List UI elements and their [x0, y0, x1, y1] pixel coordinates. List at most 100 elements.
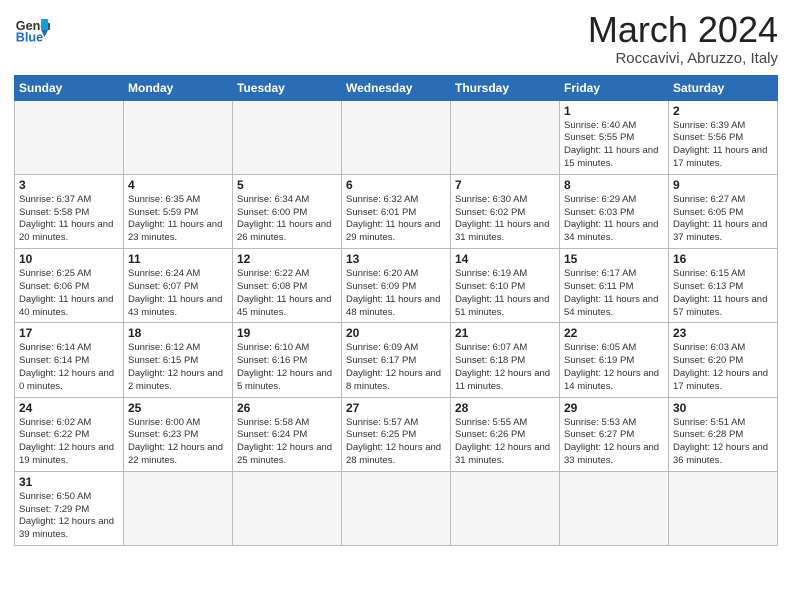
calendar-cell: 23Sunrise: 6:03 AM Sunset: 6:20 PM Dayli… [669, 323, 778, 397]
calendar-cell: 30 Sunrise: 5:51 AM Sunset: 6:28 PM Dayli… [669, 397, 778, 471]
day-number: 12 [237, 252, 337, 266]
weekday-header-friday: Friday [560, 75, 669, 100]
day-number: 22 [564, 326, 664, 340]
day-info: Sunrise: 6:03 AM Sunset: 6:20 PM Dayligh… [673, 342, 773, 393]
day-number: 7 [455, 178, 555, 192]
day-number: 30 [673, 401, 773, 415]
day-info: Sunrise: 6:17 AM Sunset: 6:11 PM Dayligh… [564, 268, 664, 319]
calendar-cell [342, 100, 451, 174]
calendar-cell [233, 471, 342, 545]
calendar-cell [451, 471, 560, 545]
calendar-cell: 25 Sunrise: 6:00 AM Sunset: 6:23 PM Dayli… [124, 397, 233, 471]
day-number: 5 [237, 178, 337, 192]
calendar-cell: 11 Sunrise: 6:24 AM Sunset: 6:07 PM Dayli… [124, 249, 233, 323]
calendar-cell: 9 Sunrise: 6:27 AM Sunset: 6:05 PM Daylig… [669, 174, 778, 248]
calendar-cell [451, 100, 560, 174]
calendar-cell: 12Sunrise: 6:22 AM Sunset: 6:08 PM Dayli… [233, 249, 342, 323]
day-info: Sunrise: 6:14 AM Sunset: 6:14 PM Dayligh… [19, 342, 119, 393]
calendar-cell: 24Sunrise: 6:02 AM Sunset: 6:22 PM Dayli… [15, 397, 124, 471]
calendar-cell: 13Sunrise: 6:20 AM Sunset: 6:09 PM Dayli… [342, 249, 451, 323]
weekday-header-sunday: Sunday [15, 75, 124, 100]
weekday-header-thursday: Thursday [451, 75, 560, 100]
calendar-cell: 4 Sunrise: 6:35 AM Sunset: 5:59 PM Daylig… [124, 174, 233, 248]
day-number: 31 [19, 475, 119, 489]
calendar-cell: 21 Sunrise: 6:07 AM Sunset: 6:18 PM Dayli… [451, 323, 560, 397]
weekday-header-tuesday: Tuesday [233, 75, 342, 100]
day-number: 11 [128, 252, 228, 266]
calendar-cell: 14 Sunrise: 6:19 AM Sunset: 6:10 PM Dayli… [451, 249, 560, 323]
calendar-cell: 5 Sunrise: 6:34 AM Sunset: 6:00 PM Daylig… [233, 174, 342, 248]
day-number: 19 [237, 326, 337, 340]
day-number: 26 [237, 401, 337, 415]
weekday-header-saturday: Saturday [669, 75, 778, 100]
day-number: 4 [128, 178, 228, 192]
calendar-cell: 8Sunrise: 6:29 AM Sunset: 6:03 PM Daylig… [560, 174, 669, 248]
day-number: 3 [19, 178, 119, 192]
svg-text:Blue: Blue [16, 31, 43, 45]
day-number: 1 [564, 104, 664, 118]
day-number: 6 [346, 178, 446, 192]
calendar-cell [124, 100, 233, 174]
day-number: 9 [673, 178, 773, 192]
calendar-cell: 18 Sunrise: 6:12 AM Sunset: 6:15 PM Dayli… [124, 323, 233, 397]
day-number: 21 [455, 326, 555, 340]
day-info: Sunrise: 6:19 AM Sunset: 6:10 PM Dayligh… [455, 268, 555, 319]
logo: General Blue [14, 10, 50, 46]
weekday-header-wednesday: Wednesday [342, 75, 451, 100]
day-info: Sunrise: 6:40 AM Sunset: 5:55 PM Dayligh… [564, 120, 664, 171]
day-number: 18 [128, 326, 228, 340]
calendar-cell: 20Sunrise: 6:09 AM Sunset: 6:17 PM Dayli… [342, 323, 451, 397]
day-info: Sunrise: 6:50 AM Sunset: 7:29 PM Dayligh… [19, 491, 119, 542]
day-number: 27 [346, 401, 446, 415]
calendar-cell [342, 471, 451, 545]
day-info: Sunrise: 6:24 AM Sunset: 6:07 PM Dayligh… [128, 268, 228, 319]
calendar-cell: 7Sunrise: 6:30 AM Sunset: 6:02 PM Daylig… [451, 174, 560, 248]
day-info: Sunrise: 6:15 AM Sunset: 6:13 PM Dayligh… [673, 268, 773, 319]
calendar-subtitle: Roccavivi, Abruzzo, Italy [588, 50, 778, 67]
calendar-cell: 28Sunrise: 5:55 AM Sunset: 6:26 PM Dayli… [451, 397, 560, 471]
day-info: Sunrise: 6:37 AM Sunset: 5:58 PM Dayligh… [19, 194, 119, 245]
day-info: Sunrise: 6:39 AM Sunset: 5:56 PM Dayligh… [673, 120, 773, 171]
calendar-cell: 1 Sunrise: 6:40 AM Sunset: 5:55 PM Daylig… [560, 100, 669, 174]
week-row-4: 24Sunrise: 6:02 AM Sunset: 6:22 PM Dayli… [15, 397, 778, 471]
day-info: Sunrise: 6:29 AM Sunset: 6:03 PM Dayligh… [564, 194, 664, 245]
page: General Blue March 2024 Roccavivi, Abruz… [0, 0, 792, 612]
day-info: Sunrise: 6:34 AM Sunset: 6:00 PM Dayligh… [237, 194, 337, 245]
day-info: Sunrise: 5:51 AM Sunset: 6:28 PM Dayligh… [673, 417, 773, 468]
week-row-2: 10Sunrise: 6:25 AM Sunset: 6:06 PM Dayli… [15, 249, 778, 323]
day-info: Sunrise: 6:10 AM Sunset: 6:16 PM Dayligh… [237, 342, 337, 393]
day-info: Sunrise: 6:32 AM Sunset: 6:01 PM Dayligh… [346, 194, 446, 245]
day-info: Sunrise: 5:57 AM Sunset: 6:25 PM Dayligh… [346, 417, 446, 468]
day-info: Sunrise: 6:35 AM Sunset: 5:59 PM Dayligh… [128, 194, 228, 245]
calendar-table: SundayMondayTuesdayWednesdayThursdayFrid… [14, 75, 778, 547]
title-block: March 2024 Roccavivi, Abruzzo, Italy [588, 10, 778, 67]
day-info: Sunrise: 6:09 AM Sunset: 6:17 PM Dayligh… [346, 342, 446, 393]
day-number: 17 [19, 326, 119, 340]
calendar-cell: 17 Sunrise: 6:14 AM Sunset: 6:14 PM Dayli… [15, 323, 124, 397]
day-number: 10 [19, 252, 119, 266]
day-number: 13 [346, 252, 446, 266]
calendar-cell [560, 471, 669, 545]
day-info: Sunrise: 6:00 AM Sunset: 6:23 PM Dayligh… [128, 417, 228, 468]
week-row-5: 31 Sunrise: 6:50 AM Sunset: 7:29 PM Dayli… [15, 471, 778, 545]
calendar-cell: 29Sunrise: 5:53 AM Sunset: 6:27 PM Dayli… [560, 397, 669, 471]
day-info: Sunrise: 6:27 AM Sunset: 6:05 PM Dayligh… [673, 194, 773, 245]
calendar-cell: 3 Sunrise: 6:37 AM Sunset: 5:58 PM Daylig… [15, 174, 124, 248]
calendar-cell [15, 100, 124, 174]
calendar-cell: 31 Sunrise: 6:50 AM Sunset: 7:29 PM Dayli… [15, 471, 124, 545]
calendar-cell: 16 Sunrise: 6:15 AM Sunset: 6:13 PM Dayli… [669, 249, 778, 323]
calendar-cell [669, 471, 778, 545]
day-info: Sunrise: 6:12 AM Sunset: 6:15 PM Dayligh… [128, 342, 228, 393]
day-info: Sunrise: 6:07 AM Sunset: 6:18 PM Dayligh… [455, 342, 555, 393]
header: General Blue March 2024 Roccavivi, Abruz… [14, 10, 778, 67]
calendar-cell: 19 Sunrise: 6:10 AM Sunset: 6:16 PM Dayli… [233, 323, 342, 397]
logo-icon: General Blue [14, 10, 50, 46]
day-number: 14 [455, 252, 555, 266]
day-number: 16 [673, 252, 773, 266]
calendar-cell: 27 Sunrise: 5:57 AM Sunset: 6:25 PM Dayli… [342, 397, 451, 471]
calendar-cell: 15Sunrise: 6:17 AM Sunset: 6:11 PM Dayli… [560, 249, 669, 323]
week-row-3: 17 Sunrise: 6:14 AM Sunset: 6:14 PM Dayli… [15, 323, 778, 397]
calendar-cell [233, 100, 342, 174]
day-info: Sunrise: 6:02 AM Sunset: 6:22 PM Dayligh… [19, 417, 119, 468]
day-number: 25 [128, 401, 228, 415]
